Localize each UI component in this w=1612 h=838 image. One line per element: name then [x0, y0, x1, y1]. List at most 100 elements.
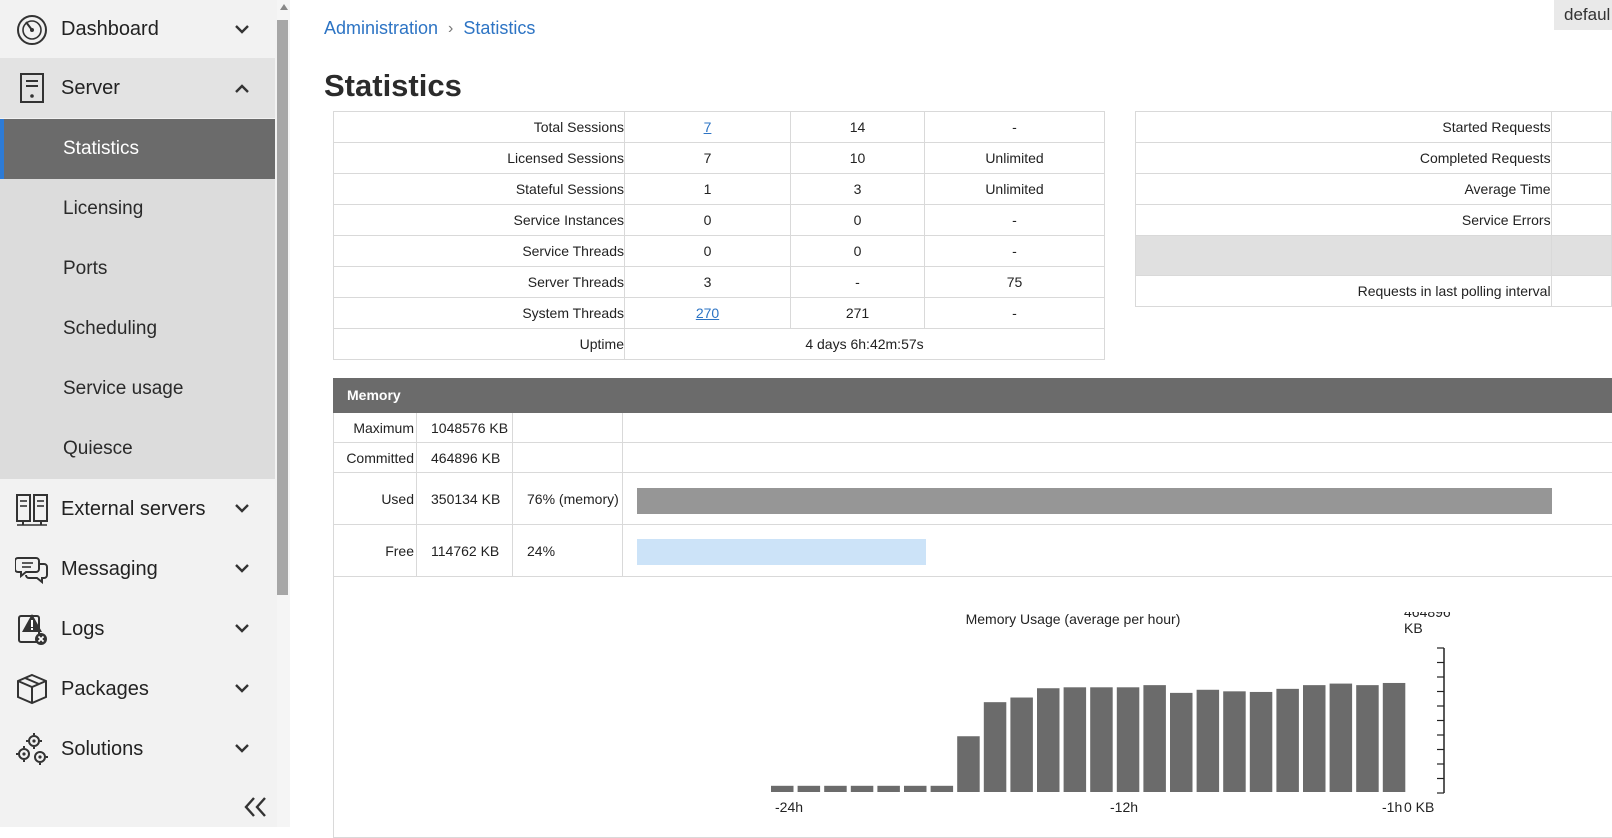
- sidebar-item-external-servers[interactable]: External servers: [0, 479, 275, 539]
- memory-value: 464896 KB: [417, 443, 513, 472]
- session-cell: 271: [790, 297, 925, 329]
- chart-bar: [1116, 687, 1140, 792]
- sidebar-subitem-ports[interactable]: Ports: [0, 239, 275, 299]
- requests-label: Service Errors: [1135, 204, 1552, 236]
- sidebar-subitem-licensing[interactable]: Licensing: [0, 179, 275, 239]
- sidebar-item-server[interactable]: Server: [0, 58, 275, 118]
- chevron-down-icon[interactable]: [233, 621, 251, 637]
- requests-label: Requests in last polling interval: [1135, 275, 1552, 307]
- server-submenu: Statistics Licensing Ports Scheduling Se…: [0, 119, 275, 479]
- chevron-down-icon[interactable]: [233, 681, 251, 697]
- session-cell: 3: [624, 266, 791, 298]
- chart-title: Memory Usage (average per hour): [966, 612, 1181, 627]
- chevron-up-icon[interactable]: [233, 80, 251, 96]
- chart-bar: [1010, 697, 1033, 792]
- memory-row-committed: Committed 464896 KB: [333, 443, 1612, 473]
- table-row: Completed Requests: [1135, 142, 1612, 174]
- gauge-icon: [17, 15, 47, 45]
- chart-y-min-label: 0 KB: [1404, 799, 1434, 815]
- chart-bar: [1170, 692, 1193, 792]
- sidebar-scrollbar-thumb[interactable]: [277, 20, 288, 595]
- memory-panel-header: Memory: [333, 378, 1612, 413]
- memory-row-maximum: Maximum 1048576 KB: [333, 413, 1612, 443]
- session-cell: Stateful Sessions: [333, 173, 625, 205]
- session-cell: Unlimited: [924, 142, 1105, 174]
- session-cell: 0: [790, 235, 925, 267]
- scroll-up-arrow-icon[interactable]: [280, 4, 288, 10]
- sidebar: Dashboard Server Statistics Licensing Po…: [0, 0, 290, 827]
- memory-value: 114762 KB: [417, 525, 513, 576]
- session-cell: 3: [790, 173, 925, 205]
- sidebar-item-label: Packages: [61, 677, 149, 700]
- session-cell: 7: [624, 142, 791, 174]
- requests-value: [1550, 111, 1612, 143]
- session-cell: Server Threads: [333, 266, 625, 298]
- chevron-down-icon[interactable]: [233, 741, 251, 757]
- chart-bar: [904, 785, 927, 792]
- table-row: Requests in last polling interval: [1135, 275, 1612, 307]
- chart-bar: [824, 785, 847, 792]
- memory-used-bar: [637, 488, 1552, 514]
- session-value-link[interactable]: 7: [704, 119, 712, 135]
- gears-icon: [16, 733, 48, 765]
- chart-x-tick-label: -24h: [775, 799, 803, 815]
- uptime-value: 4 days 6h:42m:57s: [624, 328, 1105, 360]
- requests-value: [1550, 275, 1612, 307]
- session-value-link[interactable]: 270: [696, 305, 719, 321]
- chart-x-tick-label: -12h: [1110, 799, 1138, 815]
- table-row: Average Time: [1135, 173, 1612, 205]
- sidebar-subitem-scheduling[interactable]: Scheduling: [0, 299, 275, 359]
- requests-label: Completed Requests: [1135, 142, 1552, 174]
- session-cell: -: [924, 204, 1105, 236]
- session-cell: 10: [790, 142, 925, 174]
- chevron-down-icon[interactable]: [233, 22, 251, 38]
- breadcrumb-statistics-link[interactable]: Statistics: [463, 18, 535, 39]
- requests-value: [1550, 204, 1612, 236]
- user-menu[interactable]: defaul: [1554, 0, 1612, 30]
- uptime-label: Uptime: [333, 328, 625, 360]
- chart-bar: [1090, 687, 1113, 792]
- table-row: Service Errors: [1135, 204, 1612, 236]
- chart-bar: [877, 785, 900, 792]
- memory-pct: 76% (memory): [513, 473, 623, 524]
- logs-icon: [18, 614, 47, 645]
- chart-bar: [957, 736, 980, 792]
- session-cell: -: [790, 266, 925, 298]
- memory-label: Committed: [333, 443, 417, 472]
- memory-free-bar: [637, 539, 926, 565]
- chart-bar: [1356, 685, 1379, 792]
- session-cell: -: [924, 235, 1105, 267]
- sidebar-subitem-label: Licensing: [63, 198, 144, 219]
- table-row: Uptime 4 days 6h:42m:57s: [333, 328, 1105, 360]
- chart-x-tick-label: -1h: [1382, 799, 1402, 815]
- table-row: [1135, 235, 1612, 276]
- breadcrumb-administration-link[interactable]: Administration: [324, 18, 438, 39]
- sidebar-subitem-statistics[interactable]: Statistics: [0, 119, 275, 179]
- table-row: Started Requests: [1135, 111, 1612, 143]
- breadcrumb-separator-icon: ›: [448, 19, 454, 37]
- memory-usage-chart: Memory Usage (average per hour) 464896KB 0…: [771, 612, 1451, 815]
- sidebar-subitem-quiesce[interactable]: Quiesce: [0, 419, 275, 479]
- chart-bar: [983, 702, 1007, 792]
- requests-spacer: [1135, 235, 1552, 276]
- table-row: Total Sessions 7 14-: [333, 111, 1105, 143]
- memory-label: Used: [333, 473, 417, 524]
- requests-table: Started Requests Completed Requests Aver…: [1135, 111, 1612, 307]
- session-cell: -: [924, 297, 1105, 329]
- sidebar-item-dashboard[interactable]: Dashboard: [0, 0, 275, 58]
- memory-value: 1048576 KB: [417, 413, 513, 442]
- chevron-down-icon[interactable]: [233, 561, 251, 577]
- session-cell: 0: [624, 235, 791, 267]
- table-row: Server Threads 3-75: [333, 266, 1105, 298]
- chart-bar: [1382, 682, 1406, 792]
- sidebar-subitem-service-usage[interactable]: Service usage: [0, 359, 275, 419]
- chart-bar: [1329, 683, 1353, 792]
- sidebar-item-packages[interactable]: Packages: [0, 659, 275, 719]
- sidebar-item-logs[interactable]: Logs: [0, 599, 275, 659]
- collapse-sidebar-icon[interactable]: [243, 796, 269, 818]
- sidebar-item-solutions[interactable]: Solutions: [0, 719, 275, 779]
- table-row: Licensed Sessions 7 10 Unlimited: [333, 142, 1105, 174]
- sidebar-item-messaging[interactable]: Messaging: [0, 539, 275, 599]
- chevron-down-icon[interactable]: [233, 501, 251, 517]
- requests-label: Started Requests: [1135, 111, 1552, 143]
